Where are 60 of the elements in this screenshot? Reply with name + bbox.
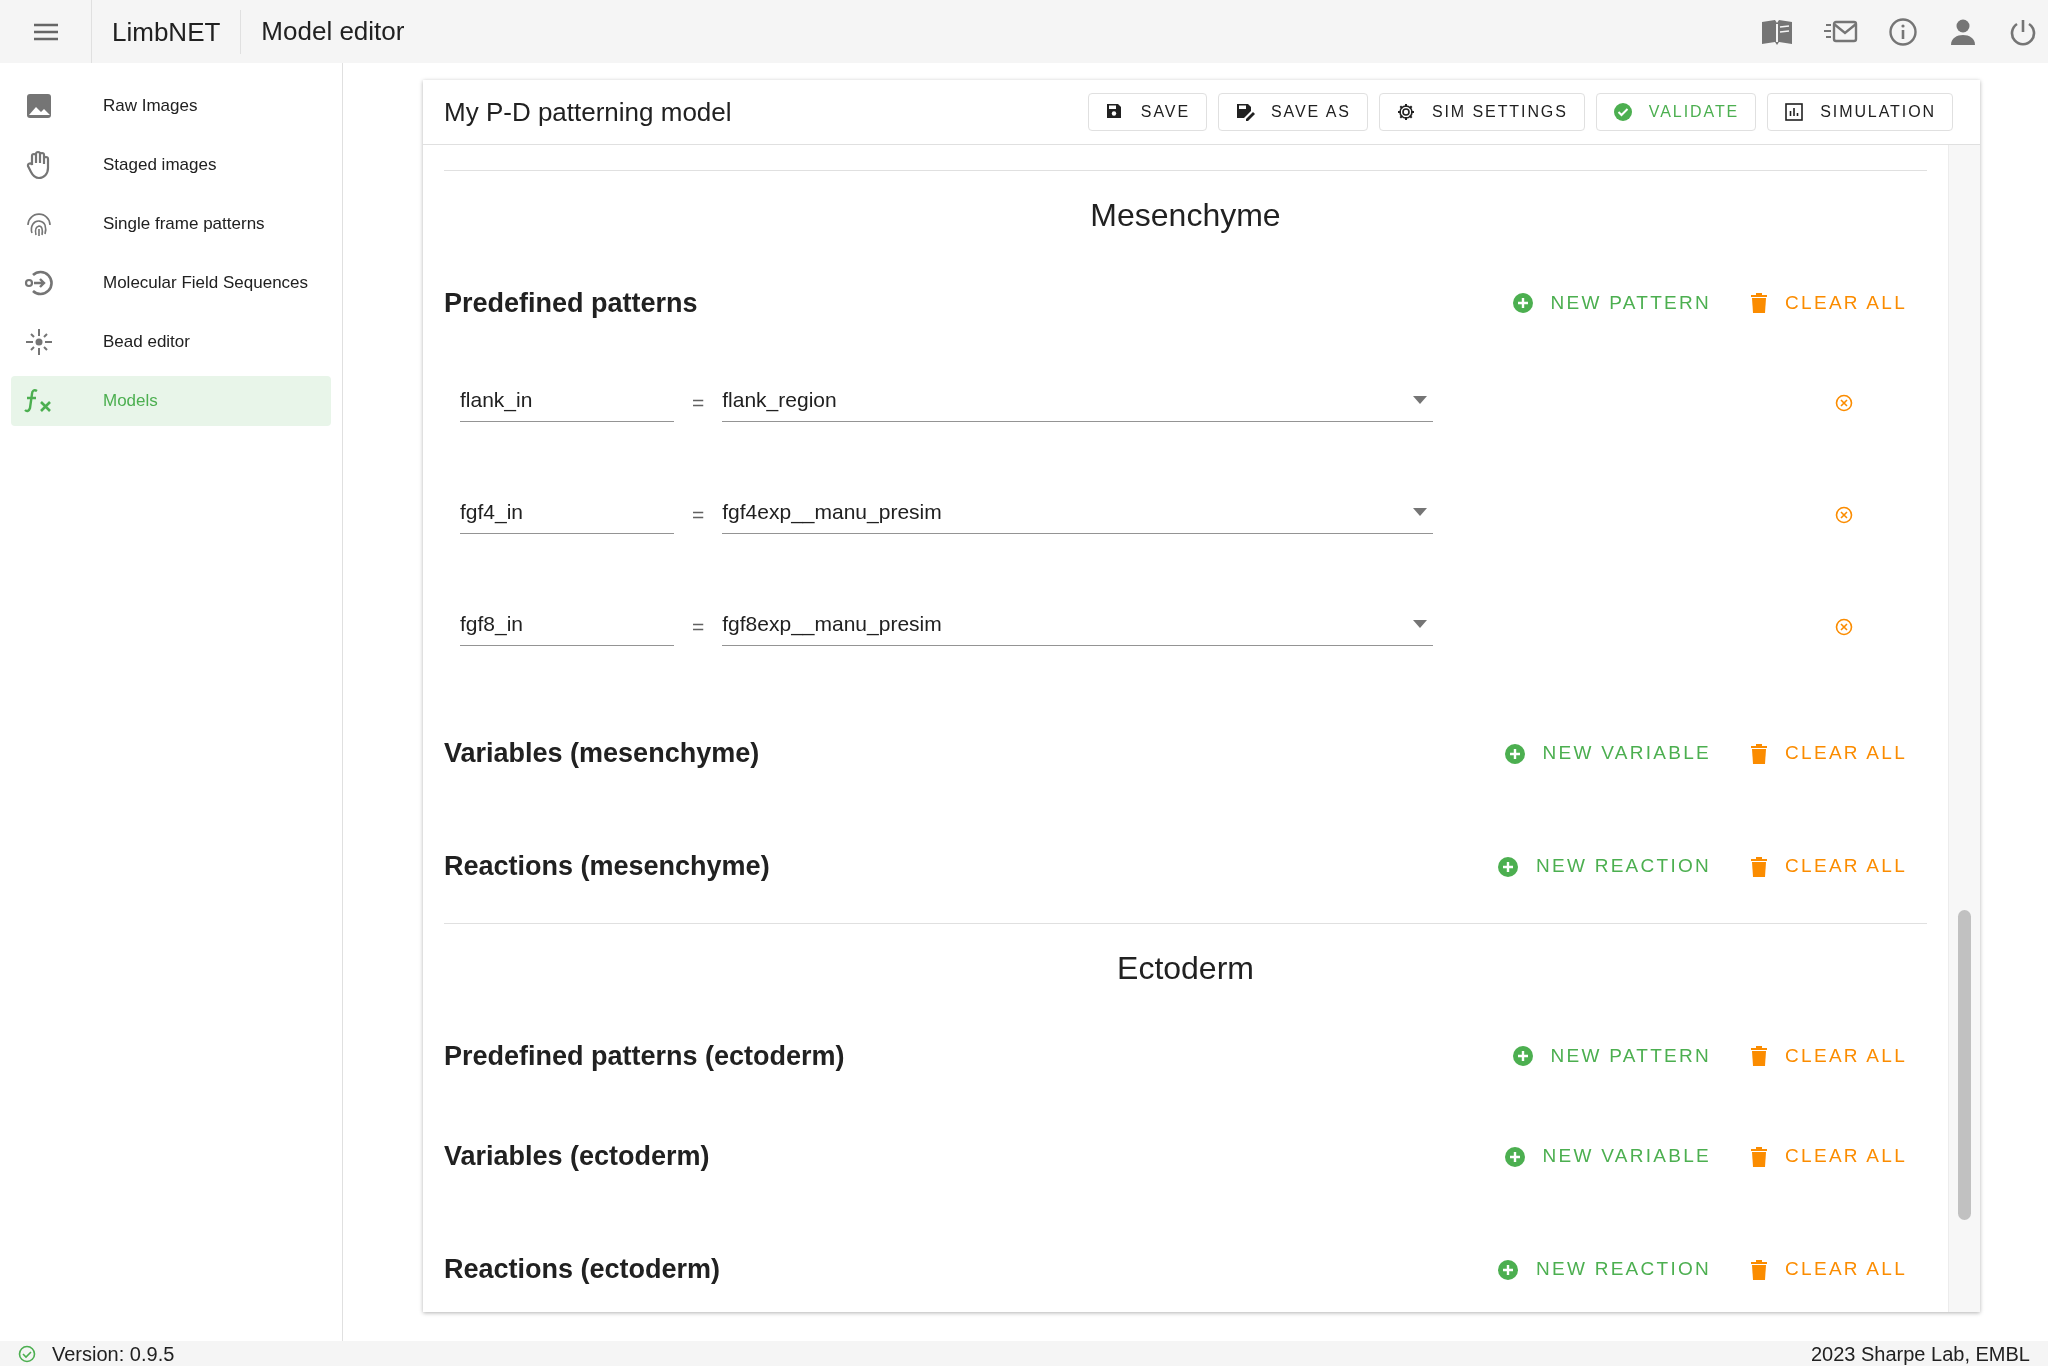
plus-circle-icon	[1512, 1046, 1533, 1066]
equals-sign: =	[692, 502, 705, 529]
plus-circle-icon	[1497, 856, 1518, 877]
arrow-circle-icon	[24, 268, 54, 298]
sidebar-item[interactable]: Bead editor	[11, 317, 331, 367]
equals-sign: =	[692, 390, 705, 417]
dropdown-arrow-icon	[1413, 507, 1428, 516]
trash-icon	[1751, 743, 1768, 764]
version-text: Version: 0.9.5	[52, 1341, 175, 1366]
sidebar-item[interactable]: Single frame patterns	[11, 199, 331, 249]
pattern-select[interactable]: flank_region	[722, 383, 1434, 423]
mail-icon[interactable]	[1824, 18, 1858, 45]
dropdown-arrow-icon	[1413, 395, 1428, 404]
save-edit-icon	[1235, 102, 1255, 122]
pattern-select[interactable]: fgf8exp__manu_presim	[722, 607, 1434, 647]
sidebar-item[interactable]: Staged images	[11, 140, 331, 190]
remove-icon[interactable]	[1835, 618, 1854, 636]
group-title: Predefined patterns (ectoderm)	[444, 1039, 845, 1073]
app-name: LimbNET	[92, 9, 242, 54]
trash-icon	[1751, 856, 1768, 877]
plus-circle-icon	[1497, 1259, 1518, 1280]
scrollbar[interactable]	[1948, 145, 1980, 1312]
simulation-button[interactable]: SIMULATION	[1767, 93, 1953, 131]
chart-icon	[1784, 102, 1805, 122]
equals-sign: =	[692, 614, 705, 641]
save-as-button[interactable]: SAVE AS	[1218, 93, 1368, 131]
name-field[interactable]: fgf8_in	[460, 607, 674, 647]
info-icon[interactable]	[1888, 16, 1918, 47]
remove-icon[interactable]	[1835, 394, 1854, 412]
bead-icon	[24, 327, 54, 357]
gear-icon	[1395, 102, 1416, 122]
settings-button[interactable]: SIM SETTINGS	[1378, 93, 1585, 131]
pattern-select[interactable]: fgf4exp__manu_presim	[722, 495, 1434, 535]
sidebar-item[interactable]: Molecular Field Sequences	[11, 258, 331, 308]
model-title: My P-D patterning model	[444, 95, 732, 129]
check-circle-icon	[1612, 102, 1633, 122]
group-title: Variables (ectoderm)	[444, 1140, 710, 1174]
save-button[interactable]: SAVE	[1087, 93, 1207, 131]
dropdown-arrow-icon	[1413, 619, 1428, 628]
plus-circle-icon	[1504, 1146, 1525, 1167]
sidebar-item[interactable]: Raw Images	[11, 81, 331, 131]
plus-circle-icon	[1512, 293, 1533, 313]
plus-circle-icon	[1504, 743, 1525, 764]
section-heading: Ectoderm	[1117, 949, 1254, 988]
trash-icon	[1751, 1046, 1768, 1066]
section-heading: Mesenchyme	[1090, 196, 1281, 235]
image-icon	[24, 91, 54, 121]
page-title: Model editor	[260, 15, 406, 48]
trash-icon	[1751, 293, 1768, 313]
group-title: Reactions (ectoderm)	[444, 1253, 721, 1287]
credit-text: 2023 Sharpe Lab, EMBL	[1810, 1341, 2030, 1366]
name-field[interactable]: fgf4_in	[460, 495, 674, 535]
name-field[interactable]: flank_in	[460, 383, 674, 423]
trash-icon	[1751, 1259, 1768, 1280]
trash-icon	[1751, 1146, 1768, 1167]
check-icon	[18, 1344, 36, 1363]
group-title: Reactions (mesenchyme)	[444, 850, 770, 884]
group-title: Variables (mesenchyme)	[444, 737, 760, 771]
remove-icon[interactable]	[1835, 506, 1854, 524]
group-title: Predefined patterns	[444, 286, 698, 320]
